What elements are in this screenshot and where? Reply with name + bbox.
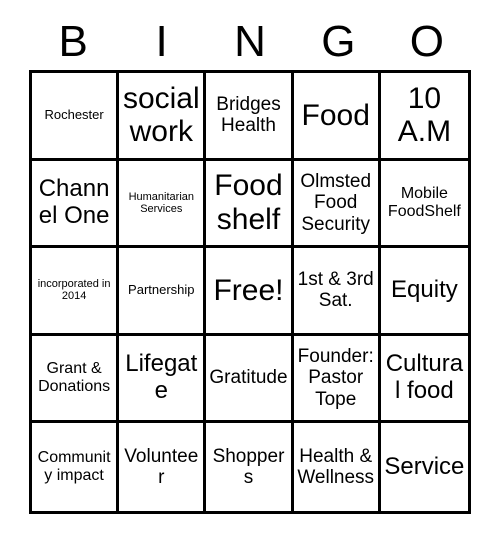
bingo-cell[interactable]: Rochester [32, 73, 120, 161]
bingo-cell-label: Channel One [38, 175, 110, 229]
bingo-cell-label: Community impact [37, 449, 111, 485]
bingo-cell[interactable]: Mobile FoodShelf [380, 160, 468, 249]
bingo-cell[interactable]: Gratitude [206, 335, 294, 424]
bingo-cell[interactable]: Shoppers [206, 423, 294, 511]
bingo-cell[interactable]: Volunteer [119, 423, 207, 511]
bingo-cell-label: 10 A.M [397, 81, 452, 149]
bingo-cell-label: Founder: Pastor Tope [297, 346, 374, 410]
bingo-cell[interactable]: Health & Wellness [293, 423, 381, 511]
bingo-cell[interactable]: incorporated in 2014 [32, 248, 120, 336]
bingo-cell[interactable]: Food shelf [206, 160, 294, 249]
bingo-cell[interactable]: Lifegate [119, 335, 207, 424]
bingo-cell-label: social work [122, 81, 200, 149]
bingo-cell-label: 1st & 3rd Sat. [297, 269, 374, 312]
bingo-cell[interactable]: Bridges Health [206, 73, 294, 161]
bingo-cell-label: Shoppers [212, 445, 285, 489]
bingo-cell[interactable]: social work [119, 73, 207, 161]
bingo-cell-label: Humanitarian Services [128, 190, 194, 215]
bingo-cell[interactable]: Channel One [32, 160, 120, 249]
bingo-cell[interactable]: 10 A.M [380, 73, 468, 161]
bingo-cell-label: Mobile FoodShelf [387, 184, 461, 220]
bingo-header-letter-g: G [321, 17, 356, 66]
bingo-header-letter-b: B [58, 17, 88, 66]
bingo-cell-label: Grant & Donations [38, 360, 111, 396]
bingo-cell-label: incorporated in 2014 [37, 278, 111, 303]
bingo-header-letter-i: I [155, 17, 168, 66]
bingo-cell[interactable]: Humanitarian Services [119, 160, 207, 249]
bingo-cell[interactable]: Service [380, 423, 468, 511]
bingo-header-letter-n: N [234, 17, 266, 66]
bingo-header-row: B I N G O [29, 14, 471, 70]
bingo-cell[interactable]: Community impact [32, 423, 120, 511]
bingo-cell-free[interactable]: Free! [206, 248, 294, 336]
bingo-cell-label: Cultural food [385, 350, 464, 405]
bingo-cell[interactable]: 1st & 3rd Sat. [293, 248, 381, 336]
bingo-cell[interactable]: Cultural food [380, 335, 468, 424]
bingo-cell[interactable]: Food [293, 73, 381, 161]
bingo-cell-label: Food shelf [214, 169, 283, 236]
bingo-grid: Rochester social work Bridges Health Foo… [29, 70, 471, 514]
bingo-cell[interactable]: Partnership [119, 248, 207, 336]
bingo-cell[interactable]: Founder: Pastor Tope [293, 335, 381, 424]
bingo-cell-label: Free! [213, 273, 284, 307]
bingo-cell[interactable]: Equity [380, 248, 468, 336]
bingo-header-letter-o: O [409, 17, 444, 66]
bingo-cell-label: Gratitude [209, 367, 288, 389]
bingo-cell-label: Equity [391, 276, 458, 304]
bingo-cell-label: Health & Wellness [297, 445, 375, 489]
bingo-cell-label: Bridges Health [216, 94, 281, 137]
bingo-cell-label: Partnership [128, 282, 195, 298]
bingo-cell-label: Volunteer [124, 445, 199, 489]
bingo-cell-label: Olmsted Food Security [300, 170, 372, 235]
bingo-cell-label: Rochester [44, 107, 104, 123]
bingo-cell-label: Service [384, 452, 465, 480]
bingo-cell-label: Lifegate [125, 350, 198, 405]
bingo-card: B I N G O Rochester social work Bridges … [0, 0, 501, 544]
bingo-cell[interactable]: Olmsted Food Security [293, 160, 381, 249]
bingo-cell[interactable]: Grant & Donations [32, 335, 120, 424]
bingo-cell-label: Food [301, 98, 370, 132]
